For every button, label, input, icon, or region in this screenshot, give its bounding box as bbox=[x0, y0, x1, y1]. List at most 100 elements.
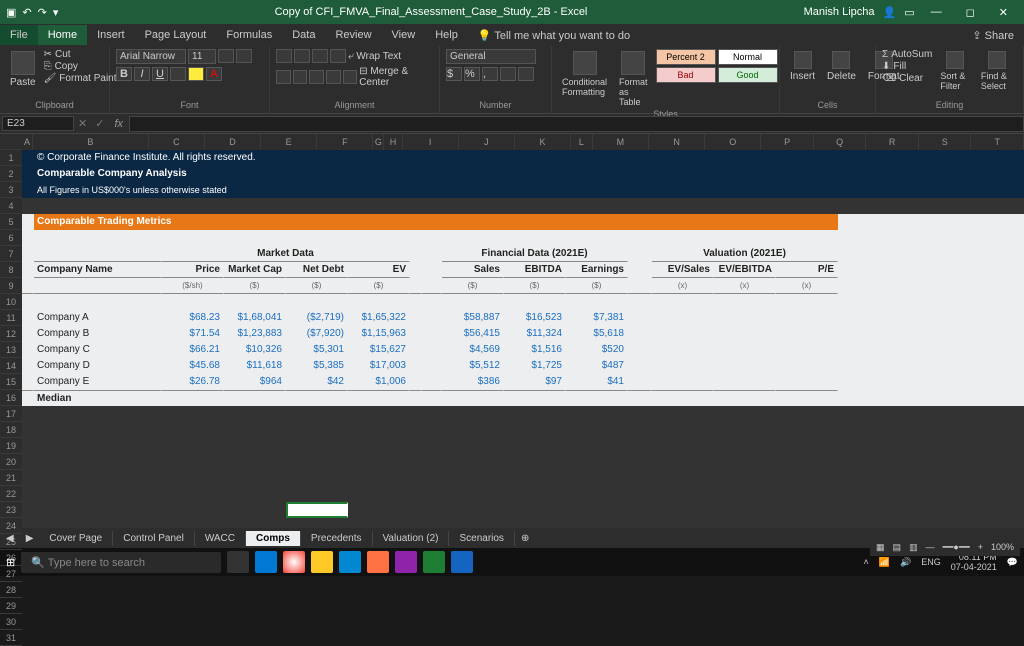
col-header[interactable]: P bbox=[761, 134, 814, 150]
style-bad[interactable]: Bad bbox=[656, 67, 716, 83]
user-avatar-icon[interactable]: 👤 bbox=[883, 6, 897, 19]
tab-view[interactable]: View bbox=[382, 25, 426, 45]
tray-sound-icon[interactable]: 🔊 bbox=[900, 557, 911, 568]
cell[interactable] bbox=[714, 454, 776, 470]
cell[interactable]: $11,324 bbox=[504, 326, 566, 342]
cell[interactable]: $56,415 bbox=[442, 326, 504, 342]
find-select-button[interactable]: Find & Select bbox=[977, 49, 1017, 93]
cell[interactable]: Median bbox=[34, 390, 162, 406]
cell[interactable] bbox=[162, 230, 224, 246]
cell[interactable]: EV/EBITDA bbox=[714, 262, 776, 278]
cell[interactable] bbox=[442, 390, 504, 406]
row-header[interactable]: 1 bbox=[0, 150, 22, 166]
cell[interactable]: © Corporate Finance Institute. All right… bbox=[34, 150, 838, 166]
cell[interactable] bbox=[776, 438, 838, 454]
cell[interactable] bbox=[776, 358, 838, 374]
cell[interactable] bbox=[34, 502, 162, 518]
cell[interactable] bbox=[410, 262, 422, 278]
underline-button[interactable]: U bbox=[152, 67, 168, 81]
sheet-scroll-left-icon[interactable]: ◀ bbox=[0, 533, 20, 544]
select-all-corner[interactable] bbox=[0, 134, 22, 150]
ribbon-display-icon[interactable]: ▭ bbox=[904, 6, 914, 19]
cell[interactable] bbox=[776, 518, 838, 528]
row-header[interactable]: 6 bbox=[0, 230, 22, 246]
cell[interactable] bbox=[422, 438, 442, 454]
cell[interactable] bbox=[22, 166, 34, 182]
cell[interactable] bbox=[776, 230, 838, 246]
col-header[interactable]: J bbox=[459, 134, 515, 150]
cell[interactable] bbox=[628, 310, 652, 326]
cell[interactable] bbox=[224, 454, 286, 470]
cell[interactable] bbox=[410, 438, 422, 454]
align-left-icon[interactable] bbox=[276, 70, 291, 84]
tab-data[interactable]: Data bbox=[282, 25, 325, 45]
row-header[interactable]: 7 bbox=[0, 246, 22, 262]
cell[interactable]: (x) bbox=[652, 278, 714, 294]
col-header[interactable]: N bbox=[649, 134, 705, 150]
style-normal[interactable]: Normal bbox=[718, 49, 778, 65]
cell[interactable]: Market Data bbox=[162, 246, 410, 262]
cell[interactable]: $7,381 bbox=[566, 310, 628, 326]
col-header[interactable]: E bbox=[261, 134, 317, 150]
inc-decimal-icon[interactable] bbox=[500, 67, 516, 81]
cell[interactable] bbox=[628, 454, 652, 470]
cell[interactable] bbox=[22, 198, 34, 214]
row-header[interactable]: 31 bbox=[0, 630, 22, 646]
cell[interactable] bbox=[422, 262, 442, 278]
cell[interactable] bbox=[566, 454, 628, 470]
cell[interactable] bbox=[442, 406, 504, 422]
cell[interactable]: $5,301 bbox=[286, 342, 348, 358]
app-icon-2[interactable] bbox=[395, 551, 417, 573]
cell[interactable]: Comparable Trading Metrics bbox=[34, 214, 838, 230]
cell[interactable] bbox=[422, 294, 442, 310]
col-header[interactable]: G bbox=[373, 134, 384, 150]
cell[interactable] bbox=[628, 502, 652, 518]
cell[interactable] bbox=[652, 406, 714, 422]
cell[interactable] bbox=[22, 406, 34, 422]
cell[interactable]: $964 bbox=[224, 374, 286, 390]
cell[interactable] bbox=[348, 438, 410, 454]
cell[interactable] bbox=[776, 502, 838, 518]
sheet-tab-scenarios[interactable]: Scenarios bbox=[449, 531, 514, 546]
cell[interactable] bbox=[422, 278, 442, 294]
cell[interactable] bbox=[224, 470, 286, 486]
start-button[interactable]: ⊞ bbox=[6, 556, 15, 569]
cell[interactable] bbox=[776, 422, 838, 438]
cell[interactable]: Market Cap bbox=[224, 262, 286, 278]
cell[interactable] bbox=[162, 438, 224, 454]
cell[interactable] bbox=[714, 438, 776, 454]
cell[interactable] bbox=[286, 198, 348, 214]
cell[interactable]: Price bbox=[162, 262, 224, 278]
cell[interactable] bbox=[442, 486, 504, 502]
cell[interactable] bbox=[628, 262, 652, 278]
cell[interactable] bbox=[566, 470, 628, 486]
align-center-icon[interactable] bbox=[293, 70, 308, 84]
cell[interactable]: Company D bbox=[34, 358, 162, 374]
cell[interactable] bbox=[652, 422, 714, 438]
cell[interactable]: Valuation (2021E) bbox=[652, 246, 838, 262]
cell[interactable] bbox=[286, 422, 348, 438]
row-header[interactable]: 4 bbox=[0, 198, 22, 214]
cell[interactable] bbox=[22, 182, 34, 198]
cell[interactable] bbox=[714, 310, 776, 326]
cell[interactable] bbox=[224, 406, 286, 422]
row-header[interactable]: 10 bbox=[0, 294, 22, 310]
row-header[interactable]: 16 bbox=[0, 390, 22, 406]
cell[interactable] bbox=[410, 310, 422, 326]
cell[interactable] bbox=[652, 326, 714, 342]
cell[interactable] bbox=[410, 454, 422, 470]
cell[interactable] bbox=[162, 406, 224, 422]
tab-review[interactable]: Review bbox=[325, 25, 381, 45]
cell[interactable] bbox=[422, 310, 442, 326]
cell[interactable]: EBITDA bbox=[504, 262, 566, 278]
cell[interactable] bbox=[162, 390, 224, 406]
cell[interactable] bbox=[348, 422, 410, 438]
cell[interactable]: ($) bbox=[224, 278, 286, 294]
cell[interactable] bbox=[348, 390, 410, 406]
cell[interactable] bbox=[34, 294, 162, 310]
cell[interactable]: $1,68,041 bbox=[224, 310, 286, 326]
col-header[interactable]: C bbox=[149, 134, 205, 150]
tray-lang[interactable]: ENG bbox=[921, 557, 941, 567]
merge-center-button[interactable]: ⊟ Merge & Center bbox=[359, 66, 433, 88]
new-sheet-button[interactable]: ⊕ bbox=[515, 533, 535, 544]
